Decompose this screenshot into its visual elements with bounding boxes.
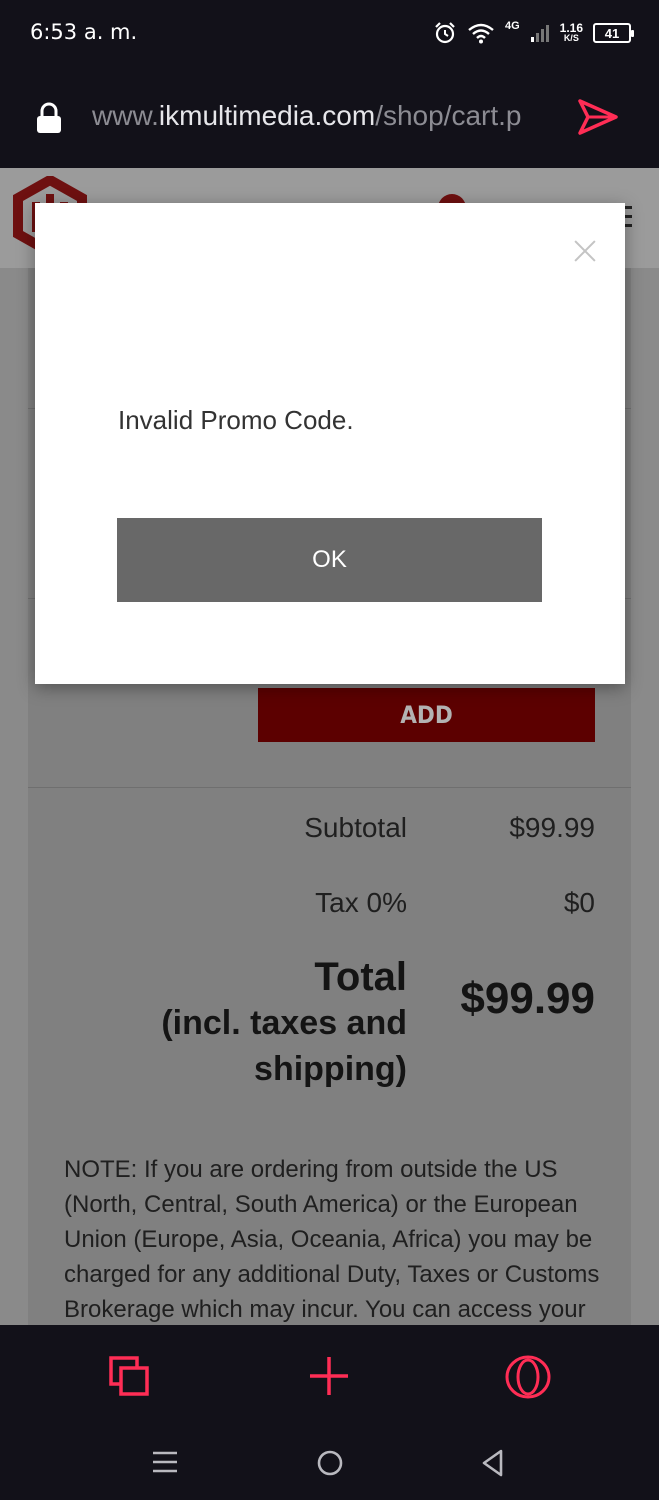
add-promo-button[interactable]: ADD: [258, 688, 595, 742]
recent-apps-icon[interactable]: [152, 1449, 178, 1475]
system-navigation-bar: [0, 1425, 659, 1500]
url-path: /shop/cart.p: [375, 100, 522, 131]
total-value: $99.99: [460, 974, 595, 1023]
tax-label: Tax 0%: [315, 887, 407, 918]
lock-icon: [37, 102, 61, 133]
send-icon[interactable]: [577, 98, 619, 136]
close-icon[interactable]: [573, 239, 597, 263]
browser-address-bar[interactable]: www.ikmultimedia.com/shop/cart.p: [0, 70, 659, 168]
home-icon[interactable]: [316, 1449, 344, 1477]
url-host: ikmultimedia.com: [158, 100, 376, 131]
tax-value: $0: [563, 887, 595, 918]
subtotal-value: $99.99: [509, 812, 595, 843]
total-title: Total: [314, 955, 407, 999]
ok-button[interactable]: OK: [117, 518, 542, 602]
total-label: Total (incl. taxes and shipping): [0, 954, 407, 1092]
speed-unit: K/S: [563, 33, 579, 43]
back-icon[interactable]: [481, 1449, 505, 1477]
browser-bottom-bar: [0, 1325, 659, 1425]
divider: [28, 787, 631, 788]
wifi-icon: [468, 23, 494, 44]
network-type: 4G: [504, 20, 520, 32]
tabs-icon[interactable]: [108, 1355, 150, 1397]
status-bar: 6:53 a. m. 4G 1.16 K/S 41: [0, 0, 659, 70]
total-sublabel: (incl. taxes and shipping): [161, 1004, 407, 1088]
dialog-message: Invalid Promo Code.: [118, 405, 354, 435]
battery-icon: 41: [593, 23, 634, 43]
battery-level: 41: [604, 25, 620, 41]
url-text[interactable]: www.ikmultimedia.com/shop/cart.p: [92, 100, 552, 132]
opera-menu-icon[interactable]: [504, 1355, 552, 1399]
subtotal-label: Subtotal: [304, 812, 407, 843]
alarm-icon: [435, 22, 455, 44]
network-speed: 1.16 K/S: [559, 21, 583, 43]
status-icons: 4G 1.16 K/S 41: [433, 18, 634, 48]
status-time: 6:53 a. m.: [30, 20, 138, 44]
promo-error-dialog: Invalid Promo Code. OK: [35, 203, 625, 684]
url-prefix: www.: [92, 100, 159, 131]
speed-value: 1.16: [559, 21, 583, 35]
signal-icon: [530, 25, 549, 42]
shipping-note: NOTE: If you are ordering from outside t…: [64, 1156, 600, 1323]
add-tab-icon[interactable]: [308, 1355, 350, 1397]
